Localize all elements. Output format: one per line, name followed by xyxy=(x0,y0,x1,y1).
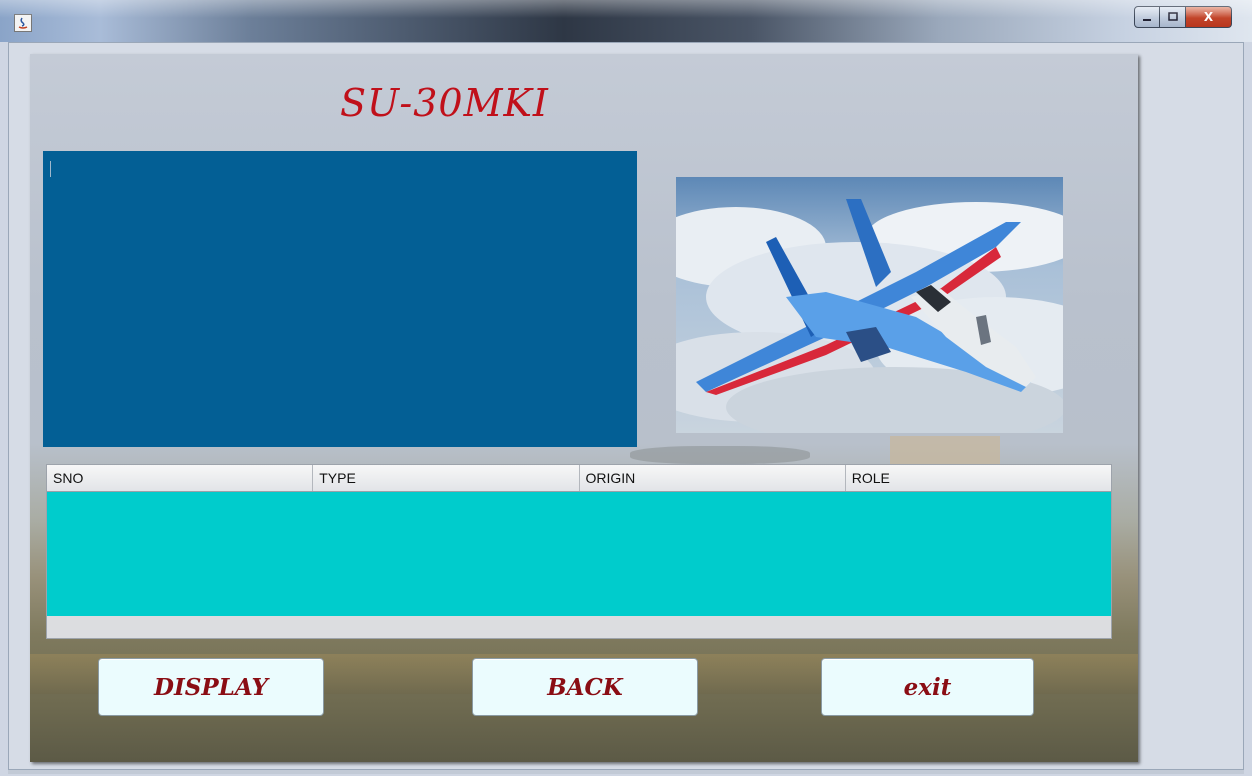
window-titlebar[interactable]: X xyxy=(0,0,1252,42)
main-panel: SU-30MKI SNO TYPE ORIGIN ROLE DISPLAY BA… xyxy=(30,54,1138,762)
window-controls: X xyxy=(1134,6,1232,28)
page-title: SU-30MKI xyxy=(340,81,549,125)
display-button[interactable]: DISPLAY xyxy=(98,658,324,716)
maximize-button[interactable] xyxy=(1160,6,1186,28)
close-icon: X xyxy=(1203,10,1214,24)
java-app-icon xyxy=(14,14,32,32)
window-bottom-edge xyxy=(8,770,1244,774)
table-body[interactable] xyxy=(47,492,1111,616)
text-caret xyxy=(50,161,51,177)
close-button[interactable]: X xyxy=(1186,6,1232,28)
exit-button[interactable]: exit xyxy=(821,658,1034,716)
background-hangar xyxy=(890,436,1000,466)
column-header-type[interactable]: TYPE xyxy=(313,465,580,491)
back-button[interactable]: BACK xyxy=(472,658,698,716)
minimize-icon xyxy=(1143,19,1151,21)
details-text-area[interactable] xyxy=(43,151,637,447)
minimize-button[interactable] xyxy=(1134,6,1160,28)
maximize-icon xyxy=(1167,12,1178,21)
background-parked-jet xyxy=(630,446,810,464)
column-header-role[interactable]: ROLE xyxy=(846,465,1111,491)
column-header-origin[interactable]: ORIGIN xyxy=(580,465,846,491)
aircraft-table: SNO TYPE ORIGIN ROLE xyxy=(46,464,1112,639)
aircraft-photo xyxy=(676,177,1063,433)
table-header: SNO TYPE ORIGIN ROLE xyxy=(47,465,1111,492)
column-header-sno[interactable]: SNO xyxy=(47,465,314,491)
